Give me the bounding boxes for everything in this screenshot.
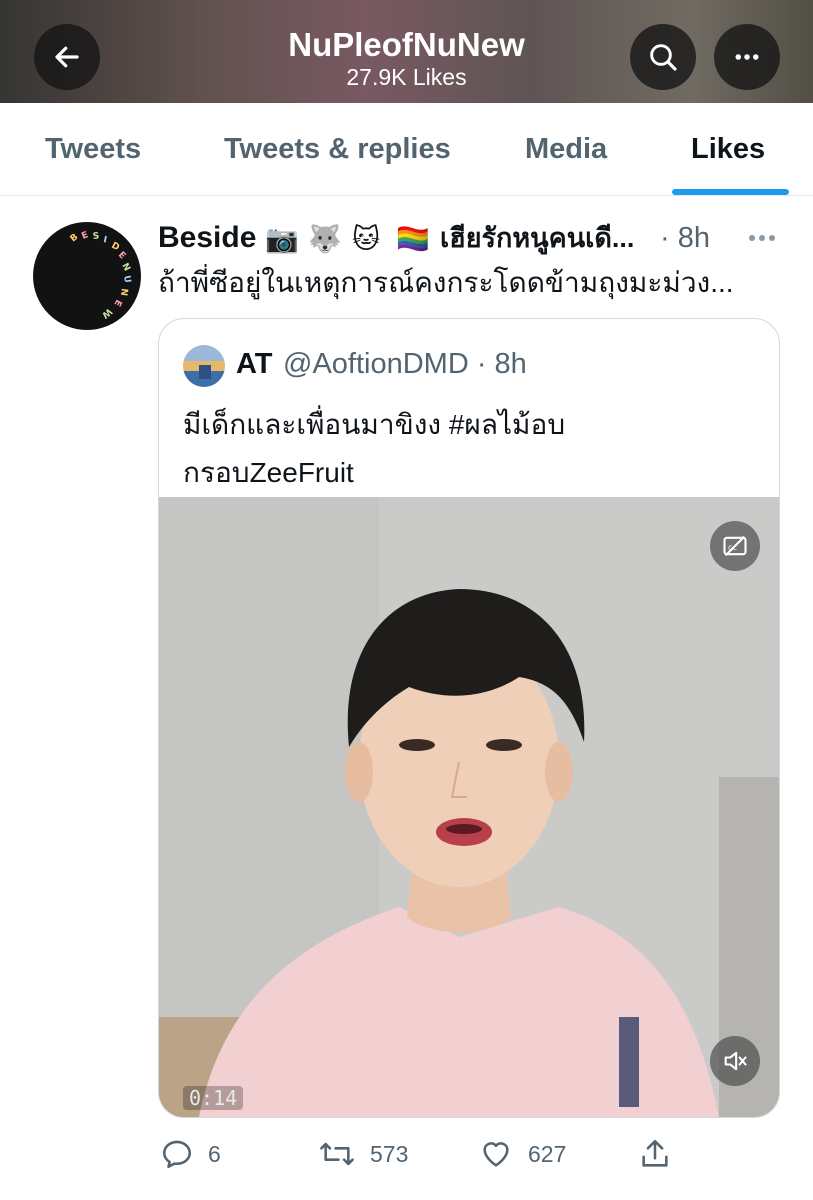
quoted-tweet-text: มีเด็กและเพื่อนมาขิงง #ผลไม้อบ กรอบZeeFr…: [183, 401, 753, 497]
svg-text:E: E: [111, 298, 123, 308]
profile-tabs: Tweets Tweets & replies Media Likes: [0, 103, 813, 196]
active-tab-indicator: [672, 189, 789, 195]
like-button[interactable]: 627: [478, 1134, 566, 1174]
author-name[interactable]: Beside: [158, 220, 256, 256]
more-horizontal-icon: [749, 235, 775, 241]
volume-muted-icon: [724, 1051, 747, 1071]
captions-off-icon: cc: [723, 535, 747, 557]
svg-text:D: D: [110, 241, 121, 253]
tab-media[interactable]: Media: [525, 131, 607, 167]
svg-text:N: N: [118, 288, 129, 297]
quoted-text-line-1: มีเด็กและเพื่อนมาขิงง #ผลไม้อบ: [183, 409, 566, 440]
more-horizontal-icon: [735, 54, 759, 60]
search-icon: [650, 44, 677, 71]
author-avatar[interactable]: B E S I D E N U N E W: [33, 222, 141, 330]
quoted-text-line-2: กรอบZeeFruit: [183, 457, 354, 488]
author-name-suffix[interactable]: เฮียรักหนูคนเดี...: [440, 220, 634, 256]
tab-tweets-replies[interactable]: Tweets & replies: [224, 131, 451, 167]
quoted-author-handle: @AoftionDMD · 8h: [283, 348, 527, 380]
svg-text:W: W: [99, 306, 113, 320]
rainbow-flag-emoji-icon: 🏳️‍🌈: [396, 224, 430, 254]
svg-text:U: U: [121, 275, 132, 284]
reply-count: 6: [208, 1141, 221, 1167]
svg-text:E: E: [80, 230, 89, 242]
video-frame: [159, 497, 779, 1117]
cat-emoji-icon: 🐱: [352, 224, 381, 254]
camera-emoji-icon: 📷: [265, 224, 299, 254]
tweet-timestamp[interactable]: · 8h: [660, 220, 710, 256]
more-button[interactable]: [714, 24, 780, 90]
avatar-ring-logo: B E S I D E N U N E W: [69, 230, 132, 320]
quoted-author-avatar: [183, 345, 225, 387]
reply-button[interactable]: 6: [160, 1134, 221, 1174]
retweet-count: 573: [370, 1141, 409, 1167]
svg-text:B: B: [69, 232, 81, 244]
quoted-author-name: AT: [236, 348, 273, 380]
tweet-more-button[interactable]: [746, 226, 778, 250]
mute-button[interactable]: [710, 1036, 760, 1086]
video-duration: 0:14: [183, 1086, 244, 1110]
reply-icon: [162, 1140, 192, 1169]
tab-tweets[interactable]: Tweets: [45, 131, 141, 167]
quoted-tweet-card[interactable]: AT @AoftionDMD · 8h มีเด็กและเพื่อนมาขิง…: [158, 318, 780, 1118]
share-icon: [642, 1139, 668, 1167]
wolf-emoji-icon: 🐺: [308, 224, 342, 254]
svg-text:I: I: [102, 235, 107, 245]
svg-text:N: N: [119, 262, 131, 273]
heart-icon: [483, 1142, 509, 1167]
like-count: 627: [528, 1141, 567, 1167]
tab-likes[interactable]: Likes: [691, 131, 765, 167]
retweet-button[interactable]: 573: [318, 1134, 408, 1174]
captions-button[interactable]: cc: [710, 521, 760, 571]
tweet-text: ถ้าพี่ซีอยู่ในเหตุการณ์คงกระโดดข้ามถุงมะ…: [158, 267, 734, 298]
share-button[interactable]: [638, 1134, 672, 1174]
video-player[interactable]: cc 0:14: [159, 497, 779, 1117]
profile-header: NuPleofNuNew 27.9K Likes: [0, 0, 813, 103]
svg-text:E: E: [116, 250, 127, 261]
search-button[interactable]: [630, 24, 696, 90]
retweet-icon: [320, 1142, 354, 1166]
svg-text:S: S: [92, 231, 99, 242]
